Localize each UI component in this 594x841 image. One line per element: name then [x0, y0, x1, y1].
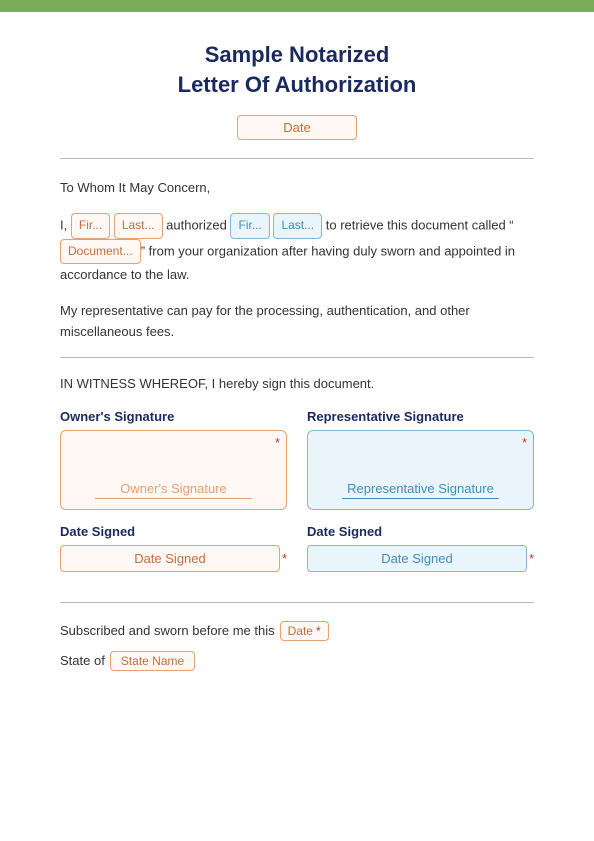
owner-date-required: *: [282, 551, 287, 566]
rep-sig-required: *: [522, 435, 527, 450]
rep-date-required: *: [529, 551, 534, 566]
title-line2: Letter Of Authorization: [178, 72, 417, 97]
owner-last-field[interactable]: Last...: [114, 213, 163, 239]
owner-date-col: Date Signed Date Signed *: [60, 524, 287, 572]
paragraph-1: I, Fir... Last... authorized Fir... Last…: [60, 213, 534, 286]
salutation: To Whom It May Concern,: [60, 177, 534, 198]
divider-3: [60, 602, 534, 603]
page-title: Sample Notarized Letter Of Authorization: [60, 40, 534, 99]
rep-date-col: Date Signed Date Signed *: [307, 524, 534, 572]
paragraph-2: My representative can pay for the proces…: [60, 300, 534, 343]
para1-post: to retrieve this document called “: [326, 217, 514, 232]
state-name-field[interactable]: State Name: [110, 651, 195, 671]
witness-text: IN WITNESS WHEREOF, I hereby sign this d…: [60, 376, 534, 391]
para1-mid: authorized: [166, 217, 227, 232]
document-field[interactable]: Document...: [60, 239, 141, 265]
date-input[interactable]: Date: [237, 115, 357, 140]
rep-sig-box[interactable]: * Representative Signature: [307, 430, 534, 510]
owner-date-label: Date Signed: [60, 524, 287, 539]
rep-date-label: Date Signed: [307, 524, 534, 539]
notary-date-required: *: [316, 624, 321, 638]
para1-pre: I,: [60, 217, 67, 232]
owner-date-field[interactable]: Date Signed: [60, 545, 280, 572]
title-line1: Sample Notarized: [205, 42, 390, 67]
notary-line-2: State of State Name: [60, 651, 534, 671]
notary-date-field[interactable]: Date: [288, 624, 313, 638]
rep-first-field[interactable]: Fir...: [230, 213, 269, 239]
date-signed-section: Date Signed Date Signed * Date Signed Da…: [60, 524, 534, 572]
state-pre: State of: [60, 653, 105, 668]
notary-pre: Subscribed and sworn before me this: [60, 623, 275, 638]
top-bar: [0, 0, 594, 12]
notary-date-wrapper: Date *: [280, 621, 329, 641]
rep-sig-placeholder: Representative Signature: [342, 481, 500, 499]
rep-sig-label: Representative Signature: [307, 409, 534, 424]
rep-sig-col: Representative Signature * Representativ…: [307, 409, 534, 510]
notary-section: Subscribed and sworn before me this Date…: [60, 621, 534, 671]
owner-sig-required: *: [275, 435, 280, 450]
date-field-row: Date: [60, 115, 534, 140]
owner-sig-col: Owner's Signature * Owner's Signature: [60, 409, 287, 510]
divider-2: [60, 357, 534, 358]
rep-last-field[interactable]: Last...: [273, 213, 322, 239]
owner-sig-label: Owner's Signature: [60, 409, 287, 424]
notary-line-1: Subscribed and sworn before me this Date…: [60, 621, 534, 641]
divider-1: [60, 158, 534, 159]
rep-date-field[interactable]: Date Signed: [307, 545, 527, 572]
signature-section: Owner's Signature * Owner's Signature Re…: [60, 409, 534, 510]
owner-first-field[interactable]: Fir...: [71, 213, 110, 239]
owner-sig-placeholder: Owner's Signature: [95, 481, 253, 499]
owner-sig-box[interactable]: * Owner's Signature: [60, 430, 287, 510]
